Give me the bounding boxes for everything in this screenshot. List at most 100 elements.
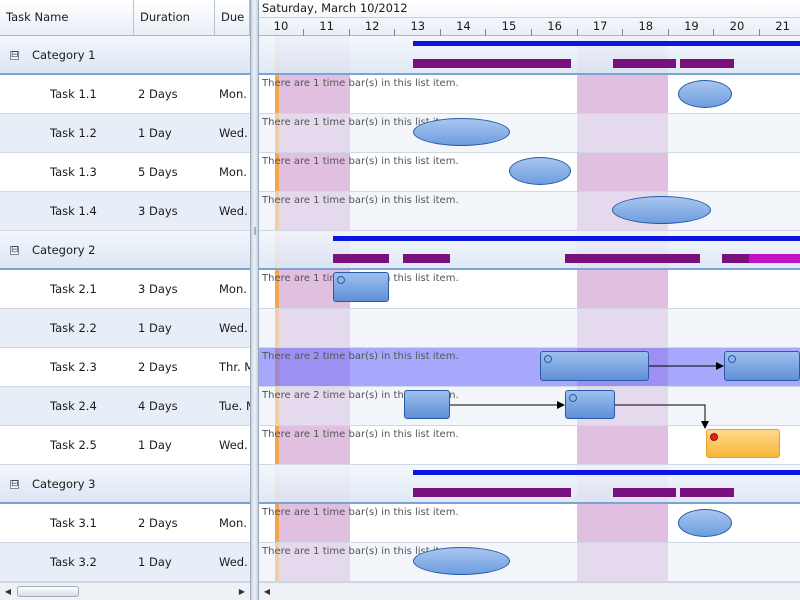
- task-name: Task 3.1: [50, 516, 97, 530]
- task-duration: 4 Days: [138, 399, 178, 413]
- task-duration: 2 Days: [138, 87, 178, 101]
- task-duration: 2 Days: [138, 360, 178, 374]
- day-tick-label: 12: [364, 19, 380, 33]
- task-due: Mon.: [219, 282, 247, 296]
- day-tick-line: [485, 29, 487, 36]
- category-row[interactable]: ⊟ Category 2: [0, 231, 250, 270]
- time-bar[interactable]: [413, 547, 510, 575]
- category-subtask-bar[interactable]: [613, 488, 676, 497]
- task-name: Task 2.5: [50, 438, 97, 452]
- chart-body: There are 1 time bar(s) in this list ite…: [259, 36, 800, 582]
- task-name: Task 1.3: [50, 165, 97, 179]
- task-due: Wed.: [219, 204, 248, 218]
- category-label: Category 2: [32, 243, 96, 257]
- category-label: Category 1: [32, 48, 96, 62]
- day-tick-label: 19: [684, 19, 699, 33]
- day-tick-label: 15: [501, 19, 517, 33]
- scroll-left-icon[interactable]: ◀: [259, 583, 275, 600]
- task-name: Task 2.2: [50, 321, 97, 335]
- collapse-icon[interactable]: ⊟: [10, 51, 19, 60]
- day-tick-line: [439, 29, 441, 36]
- day-tick-line: [576, 29, 578, 36]
- day-tick-line: [622, 29, 624, 36]
- day-tick-label: 13: [410, 19, 426, 33]
- time-bar[interactable]: [678, 509, 732, 537]
- task-due: Mon.: [219, 516, 247, 530]
- day-tick-line: [531, 29, 532, 36]
- chart-horizontal-scrollbar[interactable]: ◀: [259, 582, 800, 600]
- day-tick-label: 14: [456, 19, 471, 33]
- task-duration: 1 Day: [138, 126, 172, 140]
- day-tick-line: [759, 29, 760, 36]
- splitter-grip-icon: ∥: [253, 226, 257, 235]
- day-tick-line: [348, 29, 350, 36]
- task-duration: 5 Days: [138, 165, 178, 179]
- column-header-due[interactable]: Due B: [215, 0, 250, 35]
- scrollbar-thumb[interactable]: [17, 586, 79, 597]
- timeline-divider: [259, 17, 800, 18]
- category-label: Category 3: [32, 477, 96, 491]
- task-name: Task 2.4: [50, 399, 97, 413]
- collapse-icon[interactable]: ⊟: [10, 246, 19, 255]
- column-header-duration[interactable]: Duration: [134, 0, 215, 35]
- day-tick-label: 20: [729, 19, 745, 33]
- category-subtask-bar[interactable]: [680, 488, 734, 497]
- task-duration: 2 Days: [138, 516, 178, 530]
- task-row[interactable]: Task 1.2 1 Day Wed.: [0, 114, 250, 153]
- task-row[interactable]: Task 3.2 1 Day Wed.: [0, 543, 250, 582]
- category-subtask-bar[interactable]: [413, 488, 571, 497]
- task-row[interactable]: Task 2.4 4 Days Tue. M: [0, 387, 250, 426]
- category-summary-bar[interactable]: [413, 470, 800, 475]
- day-tick-label: 11: [319, 19, 334, 33]
- dependency-links: [450, 362, 724, 429]
- task-due: Wed.: [219, 438, 248, 452]
- task-due: Mon.: [219, 165, 247, 179]
- day-tick-label: 17: [592, 19, 608, 33]
- grid-horizontal-scrollbar[interactable]: ◀ ▶: [0, 582, 250, 600]
- dependency-arrow[interactable]: [615, 404, 709, 429]
- task-row[interactable]: Task 3.1 2 Days Mon.: [0, 504, 250, 543]
- task-name: Task 2.3: [50, 360, 97, 374]
- timeline-date-label: Saturday, March 10/2012: [262, 1, 408, 15]
- grid-chart-splitter[interactable]: ∥: [250, 0, 259, 600]
- task-row[interactable]: Task 2.3 2 Days Thr. M: [0, 348, 250, 387]
- day-tick-line: [303, 29, 304, 36]
- task-duration: 1 Day: [138, 438, 172, 452]
- collapse-icon[interactable]: ⊟: [10, 480, 19, 489]
- task-grid: Task Name Duration Due B ⊟ Category 1 Task…: [0, 0, 250, 600]
- task-row[interactable]: Task 1.4 3 Days Wed.: [0, 192, 250, 231]
- task-row[interactable]: Task 2.1 3 Days Mon.: [0, 270, 250, 309]
- task-due: Wed.: [219, 321, 248, 335]
- day-tick-line: [713, 29, 715, 36]
- category-row[interactable]: ⊟ Category 1: [0, 36, 250, 75]
- scroll-right-icon[interactable]: ▶: [234, 583, 250, 600]
- day-tick-line: [394, 29, 396, 36]
- task-row[interactable]: Task 2.2 1 Day Wed.: [0, 309, 250, 348]
- task-duration: 1 Day: [138, 321, 172, 335]
- task-row[interactable]: Task 2.5 1 Day Wed.: [0, 426, 250, 465]
- task-due: Wed.: [219, 126, 248, 140]
- day-tick-label: 10: [273, 19, 289, 33]
- day-tick-label: 18: [638, 19, 654, 33]
- category-row[interactable]: ⊟ Category 3: [0, 465, 250, 504]
- grid-header: Task Name Duration Due B: [0, 0, 250, 36]
- task-row[interactable]: Task 1.1 2 Days Mon.: [0, 75, 250, 114]
- task-due: Mon.: [219, 87, 247, 101]
- task-name: Task 1.1: [50, 87, 97, 101]
- timeline-header: Saturday, March 10/2012 10 11 12 13 14 15 16 17…: [259, 0, 800, 36]
- task-due: Wed.: [219, 555, 248, 569]
- task-duration: 1 Day: [138, 555, 172, 569]
- task-due: Tue. M: [219, 399, 250, 413]
- day-tick-label: 21: [775, 19, 790, 33]
- task-name: Task 1.4: [50, 204, 97, 218]
- task-duration: 3 Days: [138, 204, 178, 218]
- gantt-chart: Saturday, March 10/2012 10 11 12 13 14 15 16 17…: [259, 0, 800, 582]
- day-tick-line: [667, 29, 669, 36]
- column-header-task-name[interactable]: Task Name: [0, 0, 134, 35]
- task-row[interactable]: Task 1.3 5 Days Mon.: [0, 153, 250, 192]
- scroll-left-icon[interactable]: ◀: [0, 583, 16, 600]
- task-name: Task 1.2: [50, 126, 97, 140]
- task-duration: 3 Days: [138, 282, 178, 296]
- task-name: Task 2.1: [50, 282, 97, 296]
- day-tick-label: 16: [547, 19, 562, 33]
